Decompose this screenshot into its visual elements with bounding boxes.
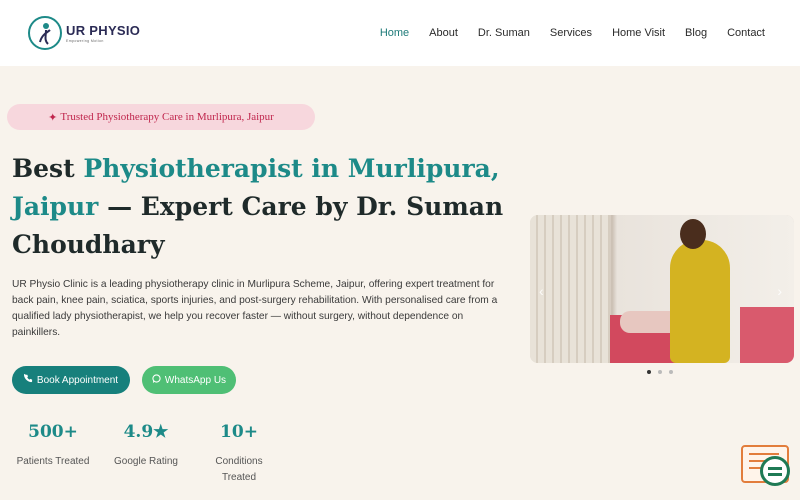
stat-conditions: 10+ Conditions Treated — [205, 422, 273, 486]
book-appointment-label: Book Appointment — [36, 374, 119, 386]
nav-home-visit[interactable]: Home Visit — [612, 27, 665, 39]
logo-name: UR PHYSIO — [66, 23, 141, 38]
hero-title: Best Physiotherapist in Murlipura, Jaipu… — [12, 150, 512, 264]
slide-physiotherapist — [670, 240, 730, 363]
trust-badge-text: Trusted Physiotherapy Care in Murlipura,… — [60, 111, 274, 123]
stat-label: Conditions Treated — [215, 456, 263, 483]
whatsapp-icon — [152, 374, 161, 386]
book-appointment-button[interactable]: Book Appointment — [12, 366, 130, 394]
stat-rating: 4.9★ Google Rating — [108, 422, 184, 470]
hero-image-slider[interactable]: ‹ › — [530, 215, 794, 363]
chevron-left-icon[interactable]: ‹ — [539, 283, 544, 299]
slider-dot[interactable] — [647, 370, 651, 374]
nav-home[interactable]: Home — [380, 27, 409, 39]
stat-value: 10+ — [220, 422, 258, 442]
stat-label: Patients Treated — [16, 456, 90, 467]
trust-badge: ✦ Trusted Physiotherapy Care in Murlipur… — [7, 104, 315, 130]
hero-description: UR Physio Clinic is a leading physiother… — [12, 279, 498, 338]
whatsapp-button[interactable]: WhatsApp Us — [142, 366, 236, 394]
hero-title-part1: Best — [12, 154, 84, 183]
chevron-right-icon[interactable]: › — [777, 283, 782, 299]
slider-dot[interactable] — [658, 370, 662, 374]
nav-blog[interactable]: Blog — [685, 27, 707, 39]
main-nav: Home About Dr. Suman Services Home Visit… — [360, 27, 765, 39]
stat-label: Google Rating — [114, 456, 178, 467]
sparkle-icon: ✦ — [48, 111, 58, 124]
whatsapp-label: WhatsApp Us — [164, 374, 227, 386]
stat-patients: 500+ Patients Treated — [12, 422, 94, 470]
stat-value: 4.9★ — [123, 422, 169, 442]
nav-about[interactable]: About — [429, 27, 458, 39]
nav-services[interactable]: Services — [550, 27, 592, 39]
slider-dots — [647, 370, 673, 374]
logo-icon — [28, 16, 62, 50]
logo[interactable]: UR PHYSIO Empowering Motion — [28, 16, 140, 50]
slide-physiotherapist-head — [680, 219, 706, 249]
slide-bed — [740, 307, 794, 363]
logo-tagline: Empowering Motion — [66, 39, 104, 43]
nav-dr-suman[interactable]: Dr. Suman — [478, 27, 530, 39]
chat-widget-button[interactable] — [741, 445, 791, 491]
slider-dot[interactable] — [669, 370, 673, 374]
stat-value: 500+ — [28, 422, 78, 442]
nav-contact[interactable]: Contact — [727, 27, 765, 39]
site-header: UR PHYSIO Empowering Motion Home About D… — [0, 0, 800, 66]
phone-icon — [23, 374, 33, 386]
chat-icon — [760, 456, 790, 486]
